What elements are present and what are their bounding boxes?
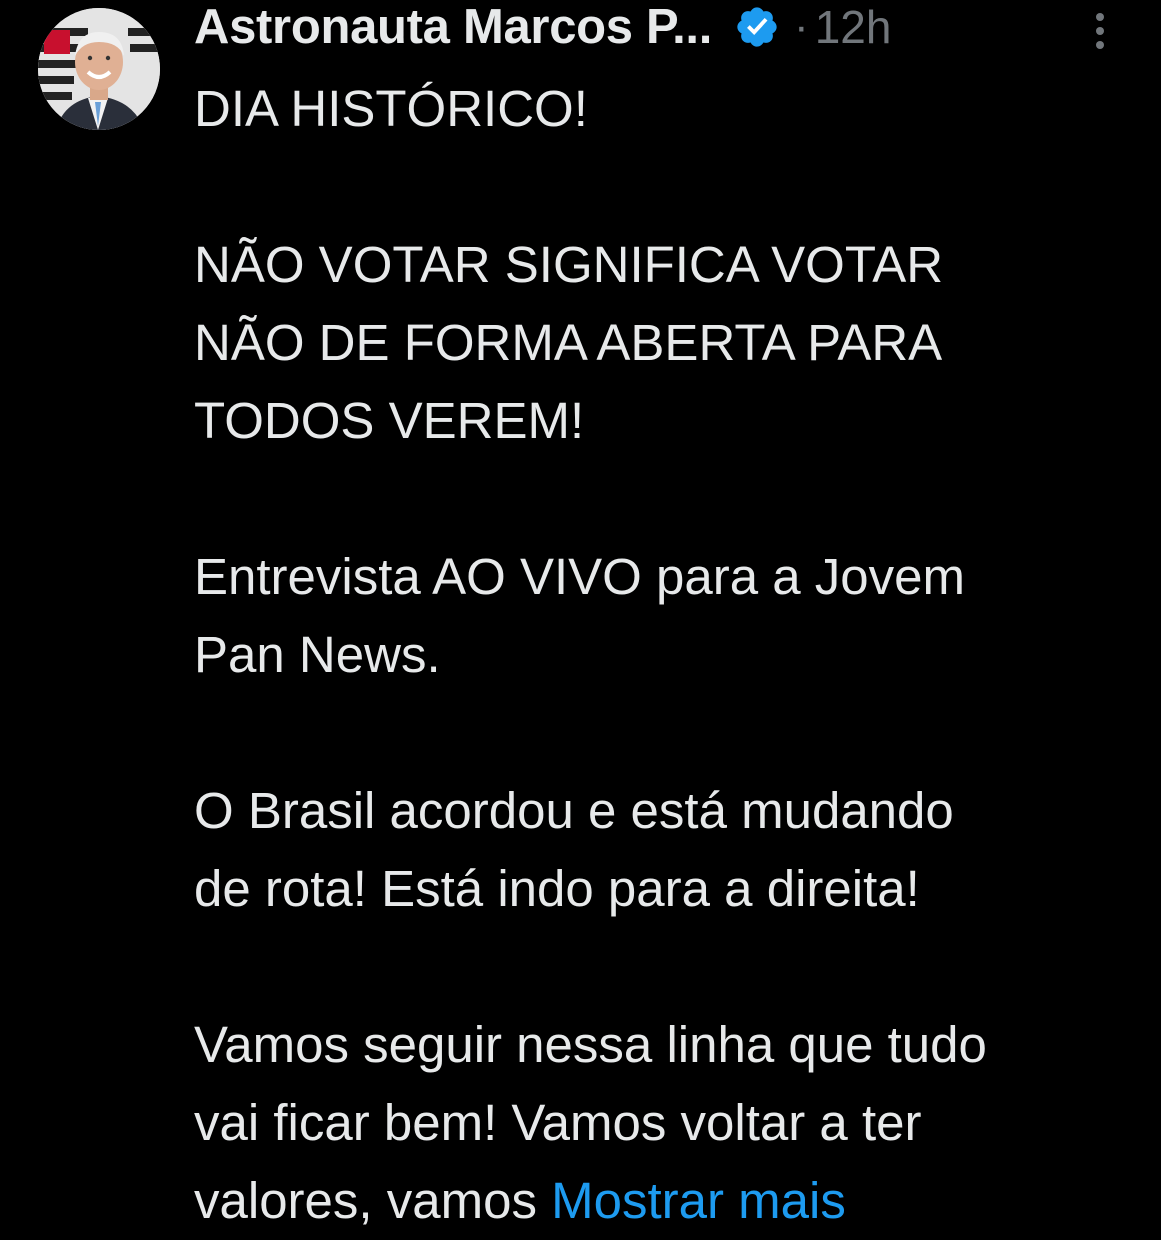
line-break (194, 928, 1124, 1006)
show-more-link[interactable]: Mostrar mais (551, 1172, 846, 1229)
tweet-line: TODOS VEREM! (194, 392, 585, 449)
tweet-header: Astronauta Marcos P... · 12h (194, 0, 1134, 54)
tweet-line: Vamos seguir nessa linha que tudo (194, 1016, 987, 1073)
line-break (194, 460, 1124, 538)
line-break (194, 148, 1124, 226)
tweet-card[interactable]: Astronauta Marcos P... · 12h DIA HISTÓRI… (0, 0, 1161, 1229)
tweet-line: de rota! Está indo para a direita! (194, 860, 920, 917)
avatar-image (38, 8, 160, 130)
tweet-line: vai ficar bem! Vamos voltar a ter (194, 1094, 922, 1151)
tweet-line: Pan News. (194, 626, 441, 683)
tweet-line-text: valores, vamos (194, 1172, 552, 1229)
separator-dot: · (794, 2, 809, 51)
timestamp[interactable]: 12h (815, 0, 892, 54)
line-break (194, 694, 1124, 772)
tweet-line: Entrevista AO VIVO para a Jovem (194, 548, 966, 605)
more-vertical-icon[interactable] (1085, 8, 1115, 54)
tweet-line: NÃO DE FORMA ABERTA PARA (194, 314, 943, 371)
verified-badge-icon[interactable] (734, 4, 780, 50)
tweet-last-line: valores, vamos Mostrar mais (194, 1162, 1124, 1240)
tweet-text: DIA HISTÓRICO! NÃO VOTAR SIGNIFICA VOTAR… (194, 70, 1124, 1240)
tweet-line: NÃO VOTAR SIGNIFICA VOTAR (194, 236, 944, 293)
tweet-line: DIA HISTÓRICO! (194, 80, 588, 137)
author-name[interactable]: Astronauta Marcos P... (194, 0, 712, 55)
avatar[interactable] (38, 8, 160, 130)
tweet-line: O Brasil acordou e está mudando (194, 782, 954, 839)
